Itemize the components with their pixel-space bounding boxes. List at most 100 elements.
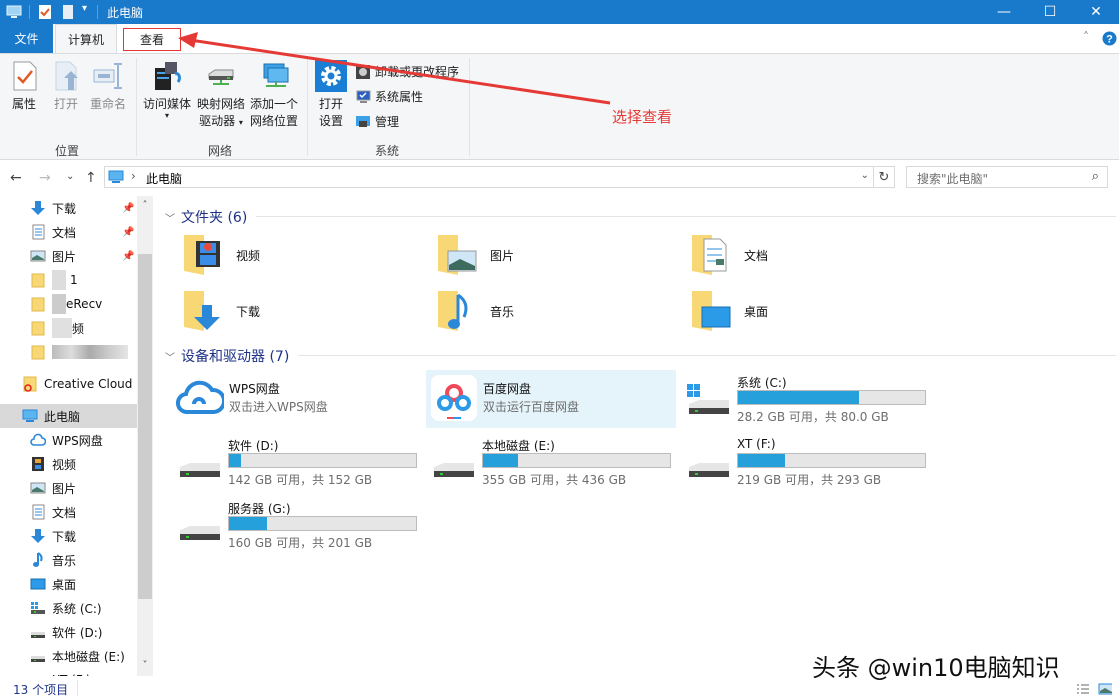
sidebar-item-folder[interactable]: eRecv (0, 292, 137, 316)
drive-usage-bar (482, 453, 671, 468)
breadcrumb-separator[interactable]: › (131, 169, 136, 183)
network-drive-baidu[interactable]: 百度网盘 双击运行百度网盘 (426, 370, 676, 428)
sidebar-scrollbar[interactable]: ˄ ˅ (137, 196, 153, 676)
sidebar-label: 图片 (52, 249, 77, 264)
search-icon: ⌕ (1091, 169, 1099, 184)
sidebar-label: 下载 (52, 201, 77, 216)
scroll-down-button[interactable]: ˅ (137, 660, 153, 671)
sidebar-item-pictures[interactable]: 图片 (0, 476, 137, 500)
sidebar-label: 视频 (52, 457, 77, 472)
sidebar-item-videos[interactable]: 视频 (0, 452, 137, 476)
folder-desktop[interactable]: 桌面 (690, 286, 940, 336)
network-drive-wps[interactable]: WPS网盘 双击进入WPS网盘 (172, 370, 422, 430)
drive-usage-fill (229, 517, 268, 530)
pin-icon[interactable]: 📌 (122, 251, 134, 262)
up-button[interactable]: ↑ (85, 170, 97, 186)
folder-pictures[interactable]: 图片 (436, 230, 686, 280)
folder-icon (31, 321, 45, 336)
collapse-chevron-icon[interactable]: ﹀ (165, 210, 175, 225)
drive-icon (689, 463, 729, 477)
video-folder-icon (184, 235, 220, 275)
picture-icon (30, 250, 46, 262)
drive-space-info: 160 GB 可用，共 201 GB (228, 536, 373, 550)
search-input[interactable]: 搜索"此电脑" ⌕ (906, 166, 1108, 188)
redacted-block (52, 294, 66, 314)
sidebar-item-documents[interactable]: 文档 📌 (0, 220, 137, 244)
drive-usage-fill (738, 391, 860, 404)
item-count: 13 个项目 (13, 683, 69, 697)
address-bar[interactable]: › 此电脑 ⌄ (104, 166, 874, 188)
back-button[interactable]: ← (10, 170, 22, 186)
sidebar-item-folder[interactable]: 频 (0, 316, 137, 340)
drive-description: 双击运行百度网盘 (483, 400, 580, 414)
sidebar-item-music[interactable]: 音乐 (0, 548, 137, 572)
folder-name: 桌面 (744, 304, 769, 319)
forward-button[interactable]: → (39, 170, 51, 186)
sidebar-label: 此电脑 (44, 409, 81, 424)
scrollbar-thumb[interactable] (138, 254, 152, 599)
sidebar-item-downloads[interactable]: 下载 📌 (0, 196, 137, 220)
document-icon (32, 504, 45, 520)
large-icons-view-icon[interactable] (1098, 683, 1112, 695)
annotation-text: 选择查看 (612, 108, 673, 126)
annotation-arrow (178, 32, 611, 105)
folder-name: 音乐 (490, 304, 515, 319)
section-divider (298, 355, 1116, 356)
drive-c[interactable]: 系统 (C:) 28.2 GB 可用，共 80.0 GB (685, 368, 935, 428)
redacted-block (52, 318, 72, 338)
document-icon (32, 224, 45, 240)
pin-icon[interactable]: 📌 (122, 227, 134, 238)
folder-music[interactable]: 音乐 (436, 286, 686, 336)
folder-name: 图片 (490, 248, 515, 263)
baidu-netdisk-icon (431, 375, 477, 421)
scroll-up-button[interactable]: ˄ (137, 200, 153, 211)
sidebar-item-drive-d[interactable]: 软件 (D:) (0, 620, 137, 644)
drive-name: WPS网盘 (229, 382, 280, 396)
folder-icon (31, 345, 45, 360)
recent-locations-button[interactable]: ⌄ (66, 171, 74, 182)
drive-icon (434, 463, 474, 477)
drive-d[interactable]: 软件 (D:) 142 GB 可用，共 152 GB (176, 431, 426, 491)
sidebar-item-wps-cloud[interactable]: WPS网盘 (0, 428, 137, 452)
folder-icon (31, 273, 45, 288)
drive-description: 双击进入WPS网盘 (229, 400, 328, 414)
sidebar-item-this-pc[interactable]: 此电脑 (0, 404, 137, 428)
address-dropdown-icon[interactable]: ⌄ (861, 170, 869, 181)
sidebar-item-creative-cloud[interactable]: Creative Cloud F (0, 372, 137, 396)
drive-g[interactable]: 服务器 (G:) 160 GB 可用，共 201 GB (176, 494, 426, 554)
music-icon (33, 552, 43, 567)
drive-space-info: 219 GB 可用，共 293 GB (737, 473, 882, 487)
drive-e[interactable]: 本地磁盘 (E:) 355 GB 可用，共 436 GB (430, 431, 680, 491)
sidebar-item-drive-c[interactable]: 系统 (C:) (0, 596, 137, 620)
collapse-chevron-icon[interactable]: ﹀ (165, 349, 175, 364)
pin-icon[interactable]: 📌 (122, 203, 134, 214)
creative-cloud-folder-icon (23, 376, 37, 392)
cloud-icon (30, 433, 46, 446)
drive-name: 本地磁盘 (E:) (482, 439, 555, 453)
sidebar-label: 1 (70, 273, 78, 287)
breadcrumb-this-pc[interactable]: 此电脑 (146, 170, 182, 187)
sidebar-item-desktop[interactable]: 桌面 (0, 572, 137, 596)
sidebar-item-documents[interactable]: 文档 (0, 500, 137, 524)
sidebar-label: 软件 (D:) (52, 625, 103, 640)
sidebar-item-downloads[interactable]: 下载 (0, 524, 137, 548)
computer-icon (108, 170, 124, 183)
details-view-icon[interactable] (1076, 683, 1090, 695)
sidebar-item-drive-f[interactable]: XT (F:) (0, 668, 137, 676)
folder-downloads[interactable]: 下载 (182, 286, 432, 336)
folders-section-header[interactable]: ﹀ 文件夹 (6) (165, 207, 247, 227)
sidebar-label: Creative Cloud F (44, 377, 137, 391)
devices-section-header[interactable]: ﹀ 设备和驱动器 (7) (165, 346, 289, 366)
sidebar-item-drive-e[interactable]: 本地磁盘 (E:) (0, 644, 137, 668)
sidebar-item-folder[interactable]: 1 (0, 268, 137, 292)
folder-videos[interactable]: 视频 (182, 230, 432, 280)
sidebar-item-pictures[interactable]: 图片 📌 (0, 244, 137, 268)
refresh-button[interactable]: ↻ (873, 166, 895, 188)
video-icon (32, 457, 44, 471)
sidebar-item-folder[interactable] (0, 340, 137, 364)
drive-f[interactable]: XT (F:) 219 GB 可用，共 293 GB (685, 431, 935, 491)
section-divider (256, 216, 1116, 217)
wps-cloud-icon (176, 380, 224, 415)
navigation-pane: 下载 📌 文档 📌 图片 📌 1 eRecv 频 Creative Cloud … (0, 196, 153, 676)
folder-documents[interactable]: 文档 (690, 230, 940, 280)
